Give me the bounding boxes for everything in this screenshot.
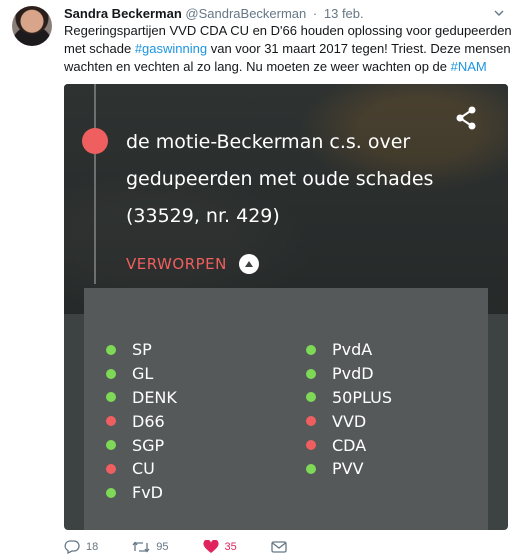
votes-panel: SP GL DENK D66 SGP CU FvD PvdA PvdD 50PLUS VVD CDA… xyxy=(84,288,488,530)
party-name: CDA xyxy=(332,435,367,455)
tweet-actions: 18 95 35 xyxy=(64,538,327,556)
author-handle[interactable]: @SandraBeckerman xyxy=(185,6,306,21)
party-name: PvdD xyxy=(332,364,374,384)
party-name: 50PLUS xyxy=(332,387,392,407)
reply-icon xyxy=(64,540,80,554)
party-name: SGP xyxy=(132,435,165,455)
party-name: CU xyxy=(132,459,155,479)
avatar[interactable] xyxy=(12,6,52,46)
vote-for-dot xyxy=(106,344,116,355)
party-name: GL xyxy=(132,364,154,384)
motion-status-dot xyxy=(82,128,108,154)
vote-row: DENK xyxy=(106,386,177,410)
vote-for-dot xyxy=(106,368,116,379)
vote-for-dot xyxy=(306,344,316,355)
like-button[interactable]: 35 xyxy=(202,540,237,554)
message-button[interactable] xyxy=(271,540,293,554)
vote-row: 50PLUS xyxy=(306,386,392,410)
retweet-button[interactable]: 95 xyxy=(132,540,169,554)
tweet-header: Sandra Beckerman @SandraBeckerman · 13 f… xyxy=(64,6,364,21)
vote-row: PVV xyxy=(306,457,392,481)
chevron-down-icon[interactable] xyxy=(494,8,504,18)
vote-against-dot xyxy=(306,416,316,427)
vote-against-dot xyxy=(306,440,316,451)
message-icon xyxy=(271,541,287,553)
vote-row: SP xyxy=(106,338,177,362)
vote-against-dot xyxy=(106,416,116,427)
tweet-date[interactable]: 13 feb. xyxy=(324,6,364,21)
hashtag-gaswinning[interactable]: #gaswinning xyxy=(135,41,207,56)
vote-for-dot xyxy=(306,392,316,403)
result-label: VERWORPEN xyxy=(126,255,227,273)
vote-row: FvD xyxy=(106,481,177,505)
vote-row: VVD xyxy=(306,409,392,433)
media-card[interactable]: de motie-Beckerman c.s. over gedupeerden… xyxy=(64,84,508,530)
vote-for-dot xyxy=(106,487,116,498)
retweet-count: 95 xyxy=(156,541,169,553)
vote-row: PvdD xyxy=(306,362,392,386)
separator: · xyxy=(312,6,318,21)
vote-row: CU xyxy=(106,457,177,481)
vote-for-dot xyxy=(106,392,116,403)
party-name: PvdA xyxy=(332,340,373,360)
retweet-icon xyxy=(132,541,150,553)
tweet: Sandra Beckerman @SandraBeckerman · 13 f… xyxy=(0,0,520,557)
result-row[interactable]: VERWORPEN xyxy=(126,254,259,274)
party-name: VVD xyxy=(332,411,367,431)
vote-for-dot xyxy=(306,463,316,474)
vote-against-dot xyxy=(106,463,116,474)
vote-row: GL xyxy=(106,362,177,386)
party-name: FvD xyxy=(132,483,163,503)
votes-column-left: SP GL DENK D66 SGP CU FvD xyxy=(106,338,177,505)
vote-for-dot xyxy=(306,368,316,379)
vote-row: SGP xyxy=(106,433,177,457)
vote-row: PvdA xyxy=(306,338,392,362)
reply-count: 18 xyxy=(86,541,99,553)
motion-title: de motie-Beckerman c.s. over gedupeerden… xyxy=(126,131,434,227)
timeline-line xyxy=(94,84,96,284)
hashtag-nam[interactable]: #NAM xyxy=(451,59,487,74)
party-name: DENK xyxy=(132,387,177,407)
party-name: PVV xyxy=(332,459,364,479)
heart-icon xyxy=(202,540,219,553)
chevron-up-icon[interactable] xyxy=(238,254,259,274)
vote-row: D66 xyxy=(106,409,177,433)
vote-for-dot xyxy=(106,440,116,451)
like-count: 35 xyxy=(224,541,237,553)
votes-column-right: PvdA PvdD 50PLUS VVD CDA PVV xyxy=(306,338,392,481)
tweet-text: Regeringspartijen VVD CDA CU en D'66 hou… xyxy=(64,22,514,76)
reply-button[interactable]: 18 xyxy=(64,540,98,554)
party-name: SP xyxy=(132,340,152,360)
party-name: D66 xyxy=(132,411,165,431)
vote-row: CDA xyxy=(306,433,392,457)
author-name[interactable]: Sandra Beckerman xyxy=(64,6,182,21)
